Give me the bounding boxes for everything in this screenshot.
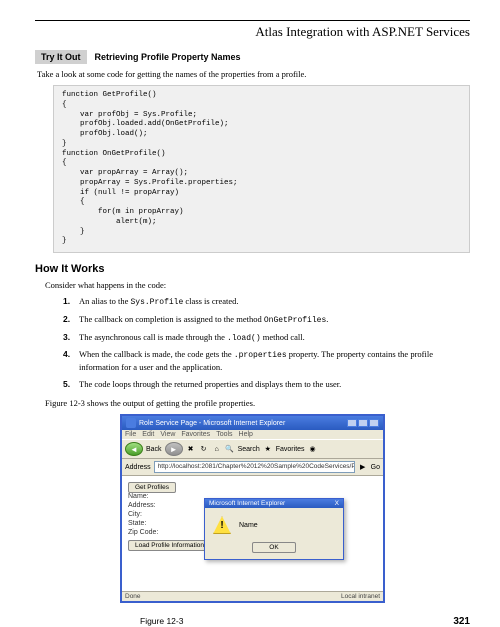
media-icon[interactable]: ◉: [308, 444, 318, 454]
window-titlebar: Role Service Page - Microsoft Internet E…: [122, 416, 383, 430]
menu-favorites[interactable]: Favorites: [181, 431, 210, 438]
list-item: 4. When the callback is made, the code g…: [63, 349, 470, 373]
back-label: Back: [146, 446, 162, 453]
list-item: 5. The code loops through the returned p…: [63, 379, 470, 390]
label-name: Name:: [128, 493, 168, 500]
page-content: Get Profiles Name: Address: City: State:…: [122, 476, 383, 591]
warning-icon: !: [213, 516, 231, 534]
list-item: 2. The callback on completion is assigne…: [63, 314, 470, 327]
figure-intro: Figure 12-3 shows the output of getting …: [45, 398, 470, 408]
window-title: Role Service Page - Microsoft Internet E…: [139, 420, 285, 427]
list-number: 2.: [63, 314, 79, 327]
status-bar: Done Local intranet: [122, 591, 383, 601]
intro-paragraph: Take a look at some code for getting the…: [35, 69, 470, 79]
menu-view[interactable]: View: [160, 431, 175, 438]
dialog-ok-button[interactable]: OK: [252, 542, 295, 553]
status-zone: Local intranet: [341, 593, 380, 600]
dialog-title: Microsoft Internet Explorer: [209, 500, 285, 507]
search-icon[interactable]: 🔍: [225, 444, 235, 454]
refresh-icon[interactable]: ↻: [199, 444, 209, 454]
search-label: Search: [238, 446, 260, 453]
list-number: 1.: [63, 296, 79, 309]
alert-dialog: Microsoft Internet Explorer X ! Name OK: [204, 498, 344, 560]
go-button[interactable]: ▶: [358, 462, 368, 472]
address-input[interactable]: http://localhost:2081/Chapter%2012%20Sam…: [154, 461, 355, 473]
try-it-out-badge: Try It Out: [35, 50, 87, 64]
back-button[interactable]: ◄: [125, 442, 143, 456]
list-number: 3.: [63, 332, 79, 345]
figure-label: Figure 12-3: [140, 616, 183, 627]
label-address: Address:: [128, 502, 168, 509]
menu-edit[interactable]: Edit: [142, 431, 154, 438]
menu-bar: File Edit View Favorites Tools Help: [122, 430, 383, 439]
load-profile-button[interactable]: Load Profile Information: [128, 540, 211, 551]
consider-text: Consider what happens in the code:: [35, 280, 470, 290]
list-number: 5.: [63, 379, 79, 390]
page-header-title: Atlas Integration with ASP.NET Services: [35, 24, 470, 40]
menu-tools[interactable]: Tools: [216, 431, 232, 438]
go-label: Go: [371, 464, 380, 471]
status-done: Done: [125, 593, 141, 600]
address-bar: Address http://localhost:2081/Chapter%20…: [122, 459, 383, 476]
favorites-icon[interactable]: ★: [263, 444, 273, 454]
browser-window: Role Service Page - Microsoft Internet E…: [120, 414, 385, 603]
home-icon[interactable]: ⌂: [212, 444, 222, 454]
close-button[interactable]: [369, 419, 379, 427]
toolbar: ◄ Back ► ✖ ↻ ⌂ 🔍 Search ★ Favorites ◉: [122, 439, 383, 459]
page-number: 321: [453, 616, 470, 627]
try-it-out-bar: Try It Out Retrieving Profile Property N…: [35, 50, 470, 64]
favorites-label: Favorites: [276, 446, 305, 453]
label-zip: Zip Code:: [128, 529, 168, 536]
label-city: City:: [128, 511, 168, 518]
minimize-button[interactable]: [347, 419, 357, 427]
dialog-close-button[interactable]: X: [335, 500, 339, 507]
list-number: 4.: [63, 349, 79, 373]
menu-file[interactable]: File: [125, 431, 136, 438]
list-item: 1. An alias to the Sys.Profile class is …: [63, 296, 470, 309]
list-item: 3. The asynchronous call is made through…: [63, 332, 470, 345]
get-profiles-button[interactable]: Get Profiles: [128, 482, 176, 493]
maximize-button[interactable]: [358, 419, 368, 427]
menu-help[interactable]: Help: [239, 431, 253, 438]
forward-button[interactable]: ►: [165, 442, 183, 456]
try-it-out-title: Retrieving Profile Property Names: [87, 50, 249, 64]
dialog-message: Name: [239, 522, 258, 529]
code-listing: function GetProfile() { var profObj = Sy…: [53, 85, 470, 253]
address-label: Address: [125, 464, 151, 471]
stop-icon[interactable]: ✖: [186, 444, 196, 454]
how-it-works-heading: How It Works: [35, 263, 470, 275]
ie-icon: [126, 418, 136, 428]
label-state: State:: [128, 520, 168, 527]
